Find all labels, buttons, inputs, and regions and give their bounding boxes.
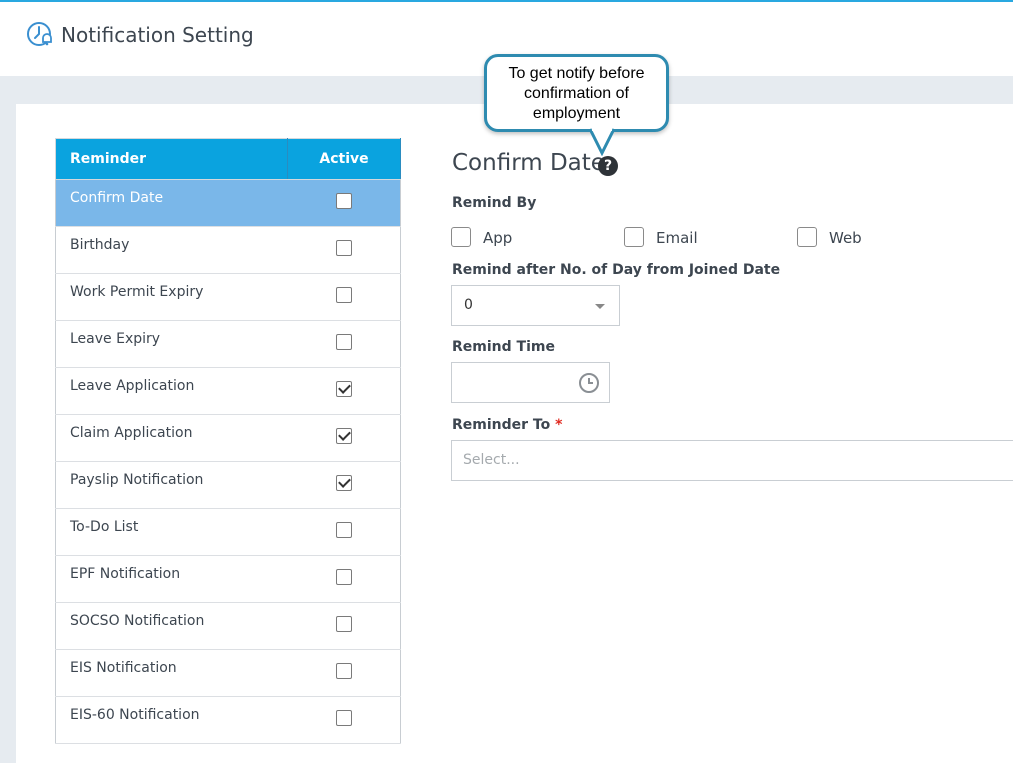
active-checkbox[interactable] [335,334,352,350]
table-row[interactable]: Birthday [55,226,401,274]
active-checkbox[interactable] [335,522,352,538]
active-checkbox[interactable] [335,475,352,491]
reminder-label[interactable]: SOCSO Notification [55,602,288,650]
web-checkbox[interactable] [797,227,817,247]
reminder-to-placeholder: Select... [463,452,520,468]
table-row[interactable]: EIS Notification [55,649,401,697]
active-checkbox[interactable] [335,616,352,632]
column-header-reminder: Reminder [55,138,288,180]
column-header-active: Active [287,138,401,180]
callout-pointer [588,128,616,156]
remind-time-label: Remind Time [452,339,555,355]
table-row[interactable]: Confirm Date [55,179,401,227]
clock-icon[interactable] [579,373,599,393]
callout-line-2: confirmation of [524,85,629,102]
app-option-label: App [483,229,513,247]
app-checkbox[interactable] [451,227,471,247]
table-row[interactable]: EPF Notification [55,555,401,603]
reminder-label[interactable]: Birthday [55,226,288,274]
reminder-label[interactable]: Leave Expiry [55,320,288,368]
reminder-label[interactable]: Confirm Date [55,179,288,227]
reminder-to-select[interactable]: Select... [451,440,1013,481]
table-row[interactable]: Work Permit Expiry [55,273,401,321]
active-checkbox[interactable] [335,240,352,256]
remind-after-label: Remind after No. of Day from Joined Date [452,262,781,278]
table-row[interactable]: Leave Application [55,367,401,415]
reminder-table: Reminder Active Confirm Date Birthday Wo… [55,138,401,744]
active-checkbox[interactable] [335,663,352,679]
reminder-label[interactable]: Work Permit Expiry [55,273,288,321]
question-circle-icon[interactable]: ? [598,156,618,176]
active-checkbox[interactable] [335,569,352,585]
reminder-label[interactable]: EIS Notification [55,649,288,697]
table-row[interactable]: Claim Application [55,414,401,462]
reminder-label[interactable]: Claim Application [55,414,288,462]
active-checkbox[interactable] [335,428,352,444]
remind-by-label: Remind By [452,195,537,211]
caret-down-icon [595,304,605,309]
reminder-label[interactable]: Leave Application [55,367,288,415]
active-checkbox[interactable] [335,287,352,303]
web-option-label: Web [829,229,862,247]
tooltip-callout: To get notify before confirmation of emp… [484,54,669,132]
required-mark: * [555,417,563,433]
active-checkbox[interactable] [335,193,352,209]
page-title: Notification Setting [61,23,254,47]
active-checkbox[interactable] [335,710,352,726]
table-row[interactable]: Payslip Notification [55,461,401,509]
reminder-to-text: Reminder To [452,417,551,433]
callout-line-3: employment [532,105,621,122]
callout-line-1: To get notify before [508,65,645,82]
active-checkbox[interactable] [335,381,352,397]
remind-time-input[interactable] [451,362,610,403]
remind-after-select[interactable]: 0 [451,285,620,326]
table-row[interactable]: EIS-60 Notification [55,696,401,744]
email-option-label: Email [656,229,698,247]
reminder-label[interactable]: Payslip Notification [55,461,288,509]
reminder-to-label: Reminder To * [452,417,562,433]
clock-bell-icon [27,22,52,46]
reminder-label[interactable]: To-Do List [55,508,288,556]
email-checkbox[interactable] [624,227,644,247]
detail-title: Confirm Date [452,150,605,176]
remind-after-value: 0 [464,297,473,313]
table-row[interactable]: SOCSO Notification [55,602,401,650]
table-row[interactable]: To-Do List [55,508,401,556]
table-row[interactable]: Leave Expiry [55,320,401,368]
reminder-label[interactable]: EIS-60 Notification [55,696,288,744]
reminder-label[interactable]: EPF Notification [55,555,288,603]
